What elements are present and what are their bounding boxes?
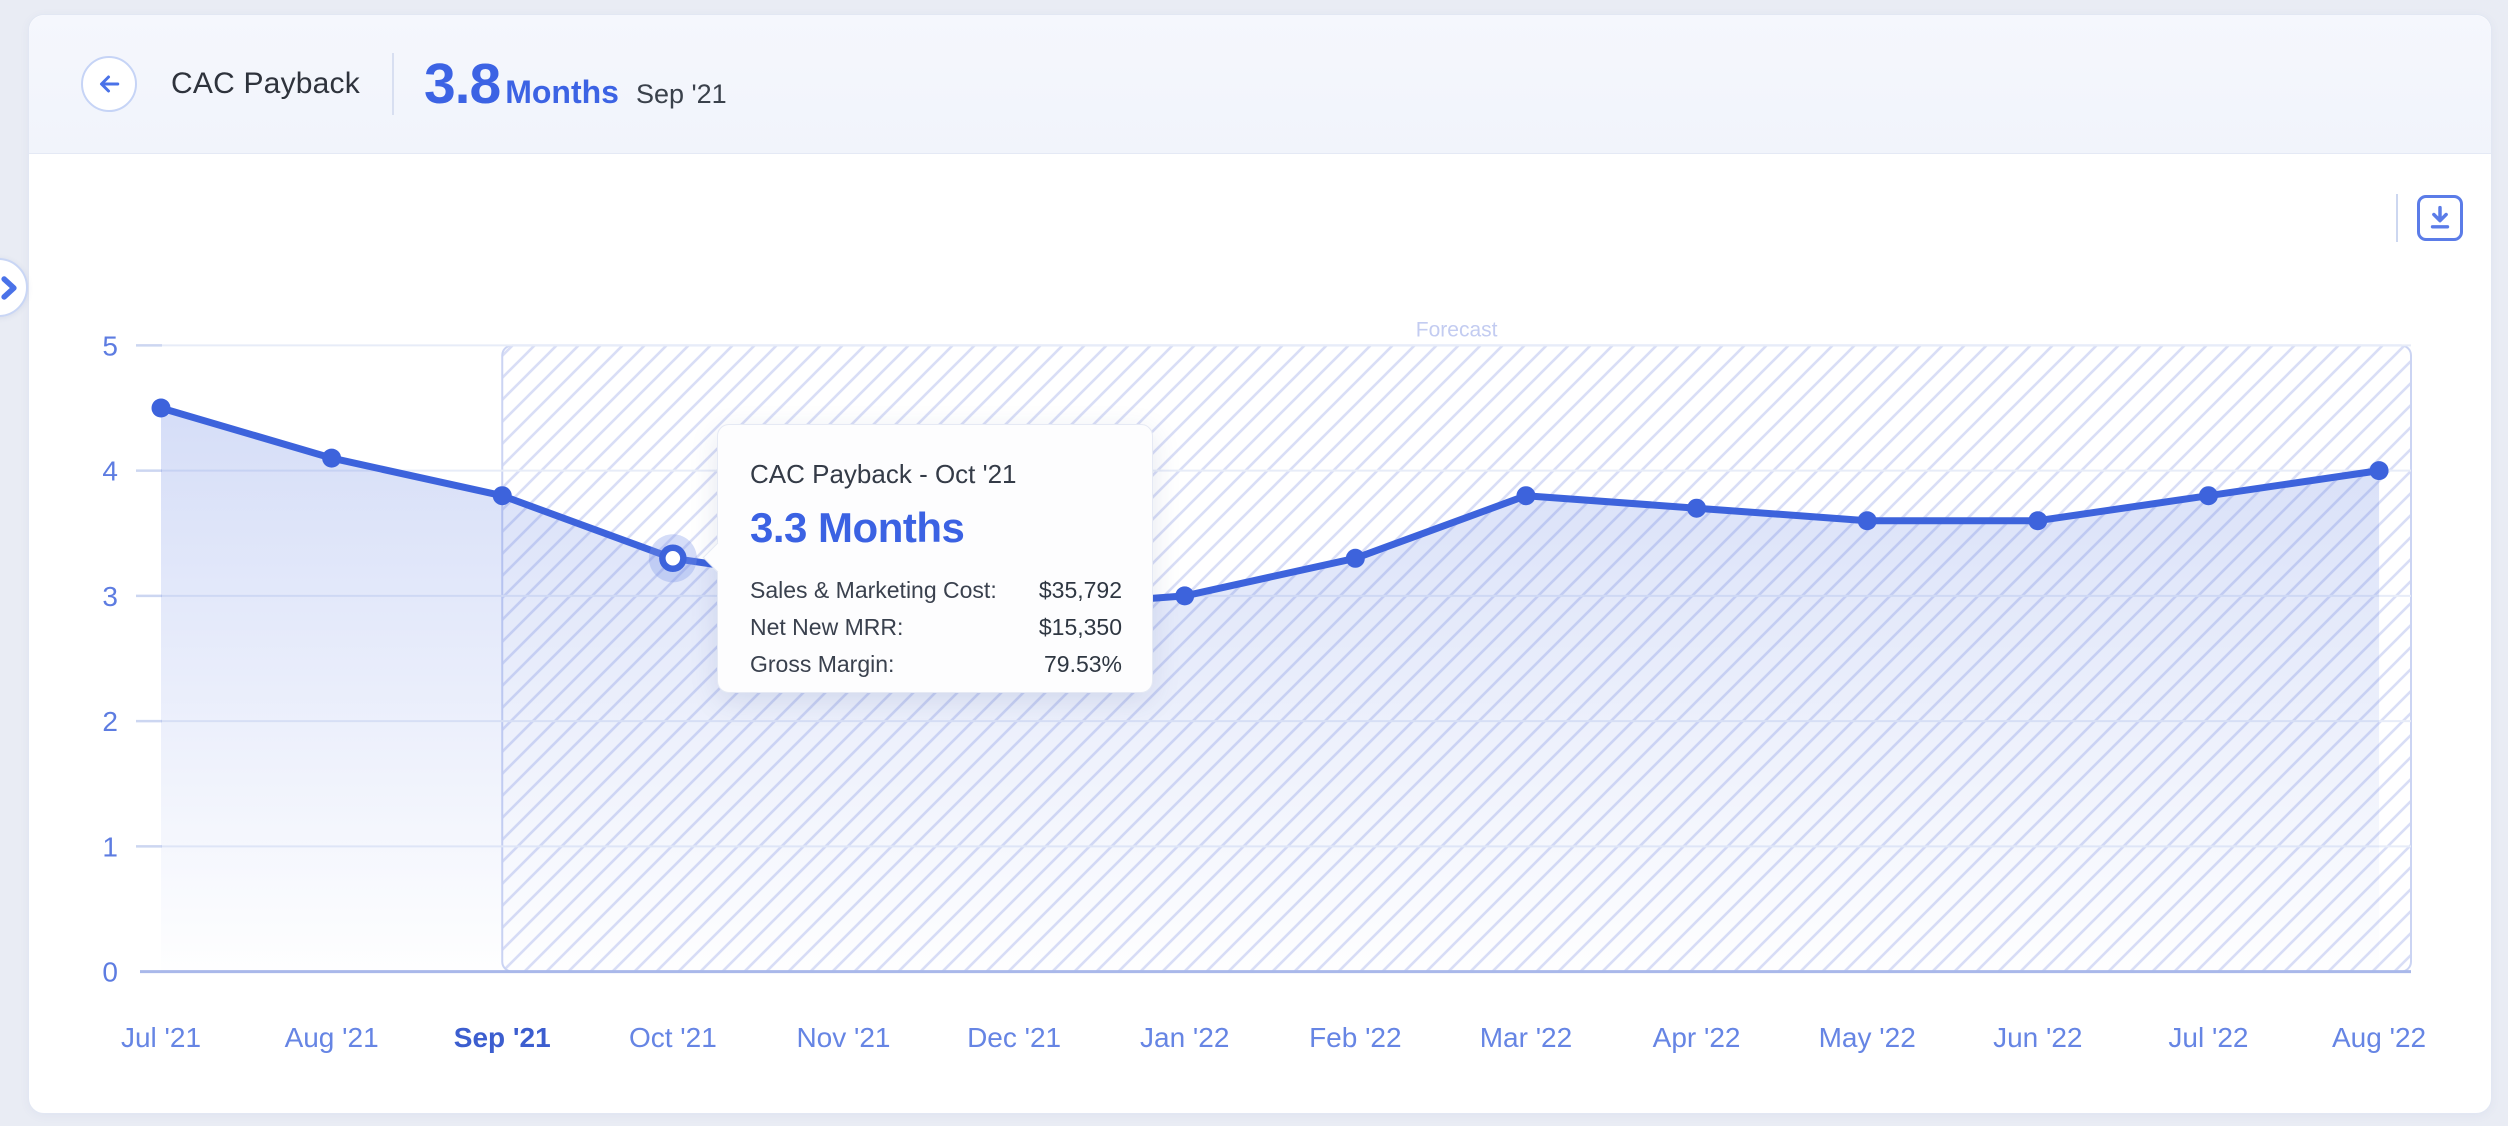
tooltip-row: Net New MRR: $15,350 <box>750 609 1122 646</box>
toolbar-divider <box>2396 194 2398 242</box>
back-arrow-icon <box>94 69 124 99</box>
tooltip-value: 3.3 Months <box>750 504 1122 552</box>
page: { "header": { "title": "CAC Payback", "m… <box>0 0 2508 1126</box>
tooltip-title: CAC Payback - Oct '21 <box>750 459 1122 490</box>
page-title: CAC Payback <box>171 67 360 101</box>
metric-value: 3.8 <box>424 51 500 117</box>
headline-metric: 3.8 Months Sep '21 <box>424 51 727 117</box>
card-header: CAC Payback 3.8 Months Sep '21 <box>29 15 2491 154</box>
tooltip-row-label: Sales & Marketing Cost: <box>750 572 997 609</box>
tooltip-row: Sales & Marketing Cost: $35,792 <box>750 572 1122 609</box>
back-button[interactable] <box>81 56 137 112</box>
chevron-right-icon <box>0 275 19 301</box>
tooltip-row-value: $15,350 <box>1039 609 1122 646</box>
download-icon <box>2424 202 2456 234</box>
tooltip-row: Gross Margin: 79.53% <box>750 646 1122 683</box>
tooltip-row-label: Gross Margin: <box>750 646 894 683</box>
chart-tooltip: CAC Payback - Oct '21 3.3 Months Sales &… <box>717 424 1153 693</box>
header-divider <box>392 53 394 115</box>
metric-unit: Months <box>505 74 619 111</box>
expand-panel-button[interactable] <box>0 258 28 317</box>
tooltip-row-value: $35,792 <box>1039 572 1122 609</box>
tooltip-row-label: Net New MRR: <box>750 609 903 646</box>
tooltip-rows: Sales & Marketing Cost: $35,792 Net New … <box>750 572 1122 683</box>
download-button[interactable] <box>2417 195 2463 241</box>
tooltip-row-value: 79.53% <box>1044 646 1122 683</box>
cac-payback-card: CAC Payback 3.8 Months Sep '21 <box>28 14 2492 1114</box>
metric-period: Sep '21 <box>636 79 727 110</box>
